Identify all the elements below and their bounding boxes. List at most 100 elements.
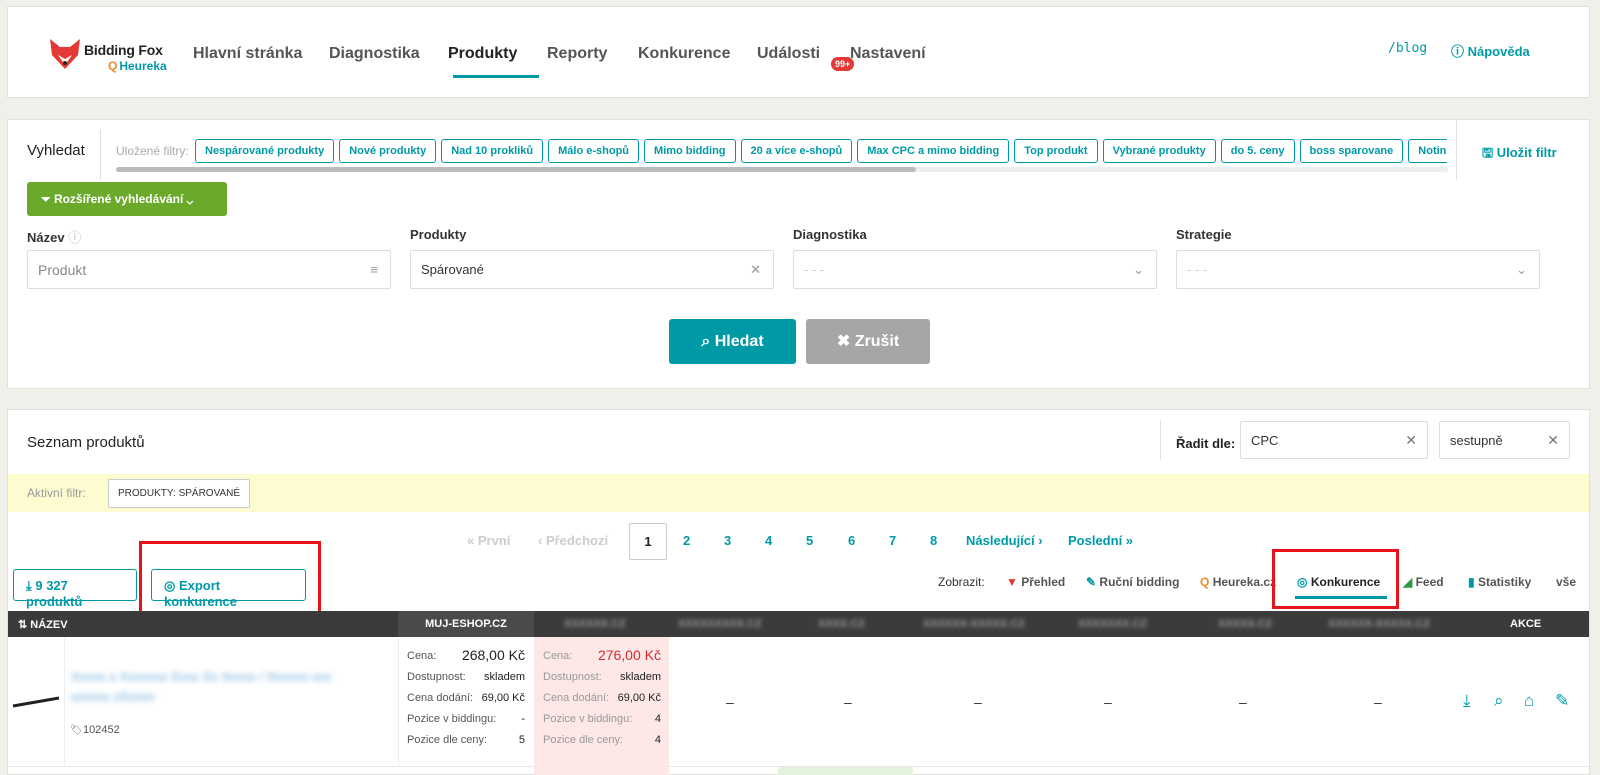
row-highlight <box>534 767 669 775</box>
competitor-delivery: 69,00 Kč <box>617 692 661 704</box>
nav-diagnostika[interactable]: Diagnostika <box>329 45 420 63</box>
products-label: Produkty <box>410 227 467 242</box>
pager-page[interactable]: 8 <box>930 533 937 548</box>
pager-last[interactable]: Poslední » <box>1068 533 1133 548</box>
products-select[interactable]: Spárované ✕ <box>410 250 774 289</box>
saved-filter-chip[interactable]: boss sparovane <box>1299 139 1404 163</box>
pager-page[interactable]: 4 <box>765 533 772 548</box>
pager-page[interactable]: 2 <box>683 533 690 548</box>
name-input[interactable]: Produkt ≡ <box>27 250 391 289</box>
nav-hlavni-stranka[interactable]: Hlavní stránka <box>193 45 302 63</box>
own-availability: skladem <box>484 671 525 683</box>
chevron-down-icon: ⌄ <box>1516 262 1527 277</box>
search-zoom-icon[interactable]: ⌕ <box>1494 691 1504 711</box>
col-competitor: XXXXX.CZ <box>1218 618 1273 630</box>
strategy-label: Strategie <box>1176 227 1232 242</box>
chevron-down-icon: ⌄ <box>183 192 194 206</box>
active-filter-tag[interactable]: PRODUKTY: SPÁROVANÉ <box>108 479 251 508</box>
search-icon: ⌕ <box>701 333 715 350</box>
saved-filter-chip[interactable]: Nové produkty <box>339 139 437 163</box>
chips-scrollbar[interactable] <box>116 167 1448 172</box>
view-all[interactable]: vše <box>1556 575 1576 589</box>
row-highlight <box>778 767 913 775</box>
help-link[interactable]: ⓘ Nápověda <box>1451 41 1530 60</box>
pager-page[interactable]: 3 <box>724 533 731 548</box>
product-thumbnail-icon <box>12 696 60 708</box>
view-manual-bidding[interactable]: ✎ Ruční bidding <box>1086 575 1179 589</box>
sort-direction-select[interactable]: sestupně ✕ <box>1439 421 1570 459</box>
list-title: Seznam produktů <box>27 434 145 451</box>
view-label: Zobrazit: <box>938 575 985 589</box>
saved-filter-chip[interactable]: Vybrané produkty <box>1102 139 1216 163</box>
heureka-icon: Q <box>1200 575 1210 589</box>
competitor-empty: – <box>1239 694 1247 710</box>
saved-filter-chip[interactable]: Nespárované produkty <box>195 139 335 163</box>
saved-filter-chip[interactable]: do 5. ceny <box>1220 139 1295 163</box>
save-filter-button[interactable]: 🖫 Uložit filtr <box>1482 144 1557 166</box>
col-competitor: XXXXXXX.CZ <box>1078 618 1148 630</box>
competitor-empty: – <box>844 694 852 710</box>
blog-link[interactable]: /blog <box>1388 41 1427 56</box>
chevron-down-icon: ⌄ <box>1133 262 1144 277</box>
own-price: 268,00 Kč <box>461 647 525 663</box>
divider <box>100 130 101 180</box>
product-image[interactable] <box>8 637 65 767</box>
nav-udalosti[interactable]: Události <box>757 45 820 63</box>
saved-filter-chip[interactable]: Málo e-shopů <box>548 139 640 163</box>
diagnostics-select[interactable]: - - - ⌄ <box>793 250 1157 289</box>
competitor-price: 276,00 Kč <box>597 647 661 663</box>
download-products-button[interactable]: ⤓ 9 327 produktů <box>13 569 137 609</box>
help-icon: ⓘ <box>1451 44 1468 59</box>
advanced-search-button[interactable]: ⏷ Rozšířené vyhledávání ⌄ <box>27 182 227 216</box>
clear-icon[interactable]: ✕ <box>1405 432 1417 449</box>
sort-name-header[interactable]: ⇅ NÁZEV <box>18 618 68 631</box>
pager-current-page[interactable]: 1 <box>629 523 667 560</box>
sort-icon: ⇅ <box>18 619 31 631</box>
view-heureka[interactable]: Q Heureka.cz <box>1200 575 1276 589</box>
product-name-link[interactable]: Xxxxx x Xxxxxxx Xxxx Xx Xxxxx / Xxxxxx x… <box>71 667 371 707</box>
pager-next[interactable]: Následující › <box>966 533 1043 548</box>
saved-filter-chip[interactable]: Notino - <box>1408 139 1447 163</box>
nav-reporty[interactable]: Reporty <box>547 45 607 63</box>
filter-icon: ⏷ <box>41 192 54 206</box>
view-statistics[interactable]: ▮ Statistiky <box>1468 575 1531 589</box>
sort-label: Řadit dle: <box>1176 436 1236 451</box>
nav-nastaveni[interactable]: Nastavení <box>850 45 926 63</box>
search-button[interactable]: ⌕ Hledat <box>669 319 796 364</box>
download-icon[interactable]: ⤓ <box>1463 691 1471 711</box>
saved-filter-chip[interactable]: Top produkt <box>1014 139 1098 163</box>
col-competitor: XXXXXX-XXXXX.CZ <box>923 618 1026 630</box>
nav-active-indicator <box>453 75 539 78</box>
competitor-price-position: 4 <box>654 734 661 746</box>
competitor-empty: – <box>726 694 734 710</box>
saved-filter-chip[interactable]: Mimo bidding <box>644 139 736 163</box>
table-row: Xxxxx x Xxxxxxx Xxxx Xx Xxxxx / Xxxxxx x… <box>8 637 1589 767</box>
view-overview[interactable]: ▼ Přehled <box>1006 575 1065 589</box>
tag-icon: 🏷 <box>70 725 83 736</box>
competitor-empty: – <box>1104 694 1112 710</box>
fox-icon: ▼ <box>1006 575 1018 589</box>
clear-icon[interactable]: ✕ <box>750 262 761 278</box>
lines-icon: ≡ <box>370 262 378 277</box>
search-panel: Vyhledat Uložené filtry: Nespárované pro… <box>7 119 1590 389</box>
view-feed[interactable]: ◢ Feed <box>1403 575 1444 589</box>
scrollbar-thumb[interactable] <box>116 167 916 172</box>
nav-produkty[interactable]: Produkty <box>448 45 517 63</box>
pager-page[interactable]: 7 <box>889 533 896 548</box>
nav-konkurence[interactable]: Konkurence <box>638 45 730 63</box>
fox-icon <box>50 39 80 69</box>
saved-filter-chip[interactable]: 20 a více e-shopů <box>740 139 853 163</box>
pager-page[interactable]: 5 <box>806 533 813 548</box>
pager-page[interactable]: 6 <box>848 533 855 548</box>
bidding-fox-logo[interactable]: Bidding Fox Q Heureka <box>48 37 178 81</box>
saved-filter-chip[interactable]: Nad 10 prokliků <box>441 139 544 163</box>
saved-filter-chip[interactable]: Max CPC a mimo bidding <box>857 139 1010 163</box>
competitor-bid-position: 4 <box>654 713 661 725</box>
cancel-button[interactable]: ✖ Zrušit <box>806 319 930 364</box>
pencil-icon[interactable]: ✎ <box>1555 691 1569 711</box>
clear-icon[interactable]: ✕ <box>1547 432 1559 449</box>
sort-by-select[interactable]: CPC ✕ <box>1240 421 1428 459</box>
shop-icon[interactable]: ⌂ <box>1524 691 1534 711</box>
strategy-select[interactable]: - - - ⌄ <box>1176 250 1540 289</box>
pager-prev: ‹ Předchozí <box>538 533 609 548</box>
